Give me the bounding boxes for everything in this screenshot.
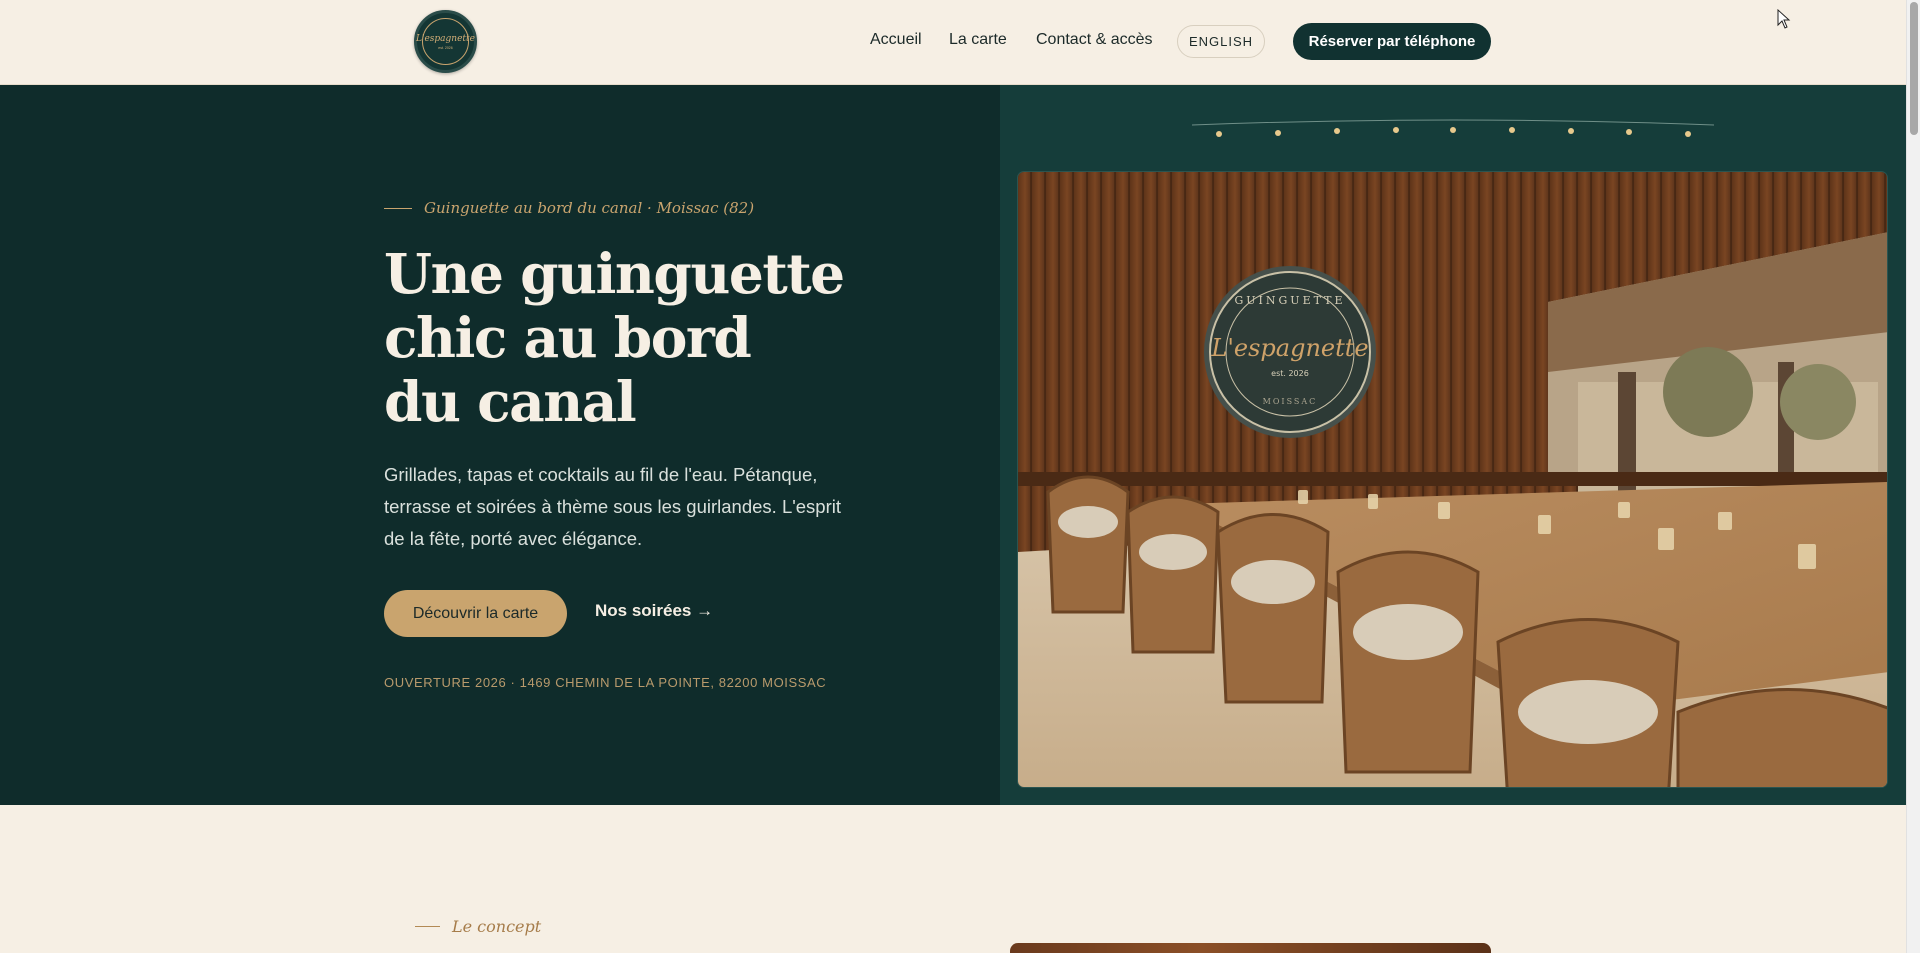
hero-title: Une guinguette chic au bord du canal bbox=[384, 242, 904, 434]
terrace-photo: GUINGUETTE L'espagnette est. 2026 MOISSA… bbox=[1017, 171, 1888, 788]
page-scrollbar[interactable] bbox=[1906, 0, 1920, 953]
sign-bottom-text: MOISSAC bbox=[1263, 397, 1318, 406]
nav-la-carte[interactable]: La carte bbox=[949, 31, 1007, 49]
events-link[interactable]: Nos soirées → bbox=[595, 601, 713, 621]
hero-eyebrow-text: Guinguette au bord du canal · Moissac (8… bbox=[424, 199, 755, 217]
hero-title-line: chic au bord bbox=[384, 305, 752, 370]
scrollbar-thumb[interactable] bbox=[1910, 2, 1918, 135]
site-header: L'espagnette est. 2026 Accueil La carte … bbox=[0, 0, 1906, 85]
logo-est: est. 2026 bbox=[438, 45, 453, 50]
logo-badge: L'espagnette est. 2026 bbox=[416, 18, 475, 65]
concept-eyebrow: Le concept bbox=[415, 917, 541, 936]
hero-eyebrow: Guinguette au bord du canal · Moissac (8… bbox=[384, 199, 754, 217]
sign-top-text: GUINGUETTE bbox=[1234, 294, 1345, 307]
hero-description: Grillades, tapas et cocktails au fil de … bbox=[384, 464, 842, 549]
logo-wordmark: L'espagnette bbox=[416, 33, 475, 44]
language-toggle-button[interactable]: ENGLISH bbox=[1177, 25, 1265, 58]
terrace-illustration: GUINGUETTE L'espagnette est. 2026 MOISSA… bbox=[1018, 172, 1887, 787]
opening-address: OUVERTURE 2026 · 1469 CHEMIN DE LA POINT… bbox=[384, 675, 827, 690]
sign-est-text: est. 2026 bbox=[1271, 369, 1309, 378]
nav-accueil[interactable]: Accueil bbox=[870, 31, 922, 49]
concept-photo bbox=[1010, 943, 1491, 953]
hero-title-line: du canal bbox=[384, 369, 637, 434]
hero-section bbox=[0, 85, 1000, 805]
concept-eyebrow-text: Le concept bbox=[452, 917, 542, 936]
mouse-pointer-icon bbox=[1777, 9, 1791, 29]
site-logo[interactable]: L'espagnette est. 2026 bbox=[414, 10, 477, 73]
sign-name-text: L'espagnette bbox=[1210, 334, 1368, 362]
nav-contact[interactable]: Contact & accès bbox=[1036, 31, 1153, 49]
concept-divider bbox=[415, 926, 440, 927]
eyebrow-divider bbox=[384, 207, 412, 209]
string-lights-icon bbox=[1192, 119, 1714, 137]
discover-menu-button[interactable]: Découvrir la carte bbox=[384, 590, 567, 637]
reserve-phone-button[interactable]: Réserver par téléphone bbox=[1293, 23, 1491, 60]
hero-title-line: Une guinguette bbox=[384, 241, 845, 306]
